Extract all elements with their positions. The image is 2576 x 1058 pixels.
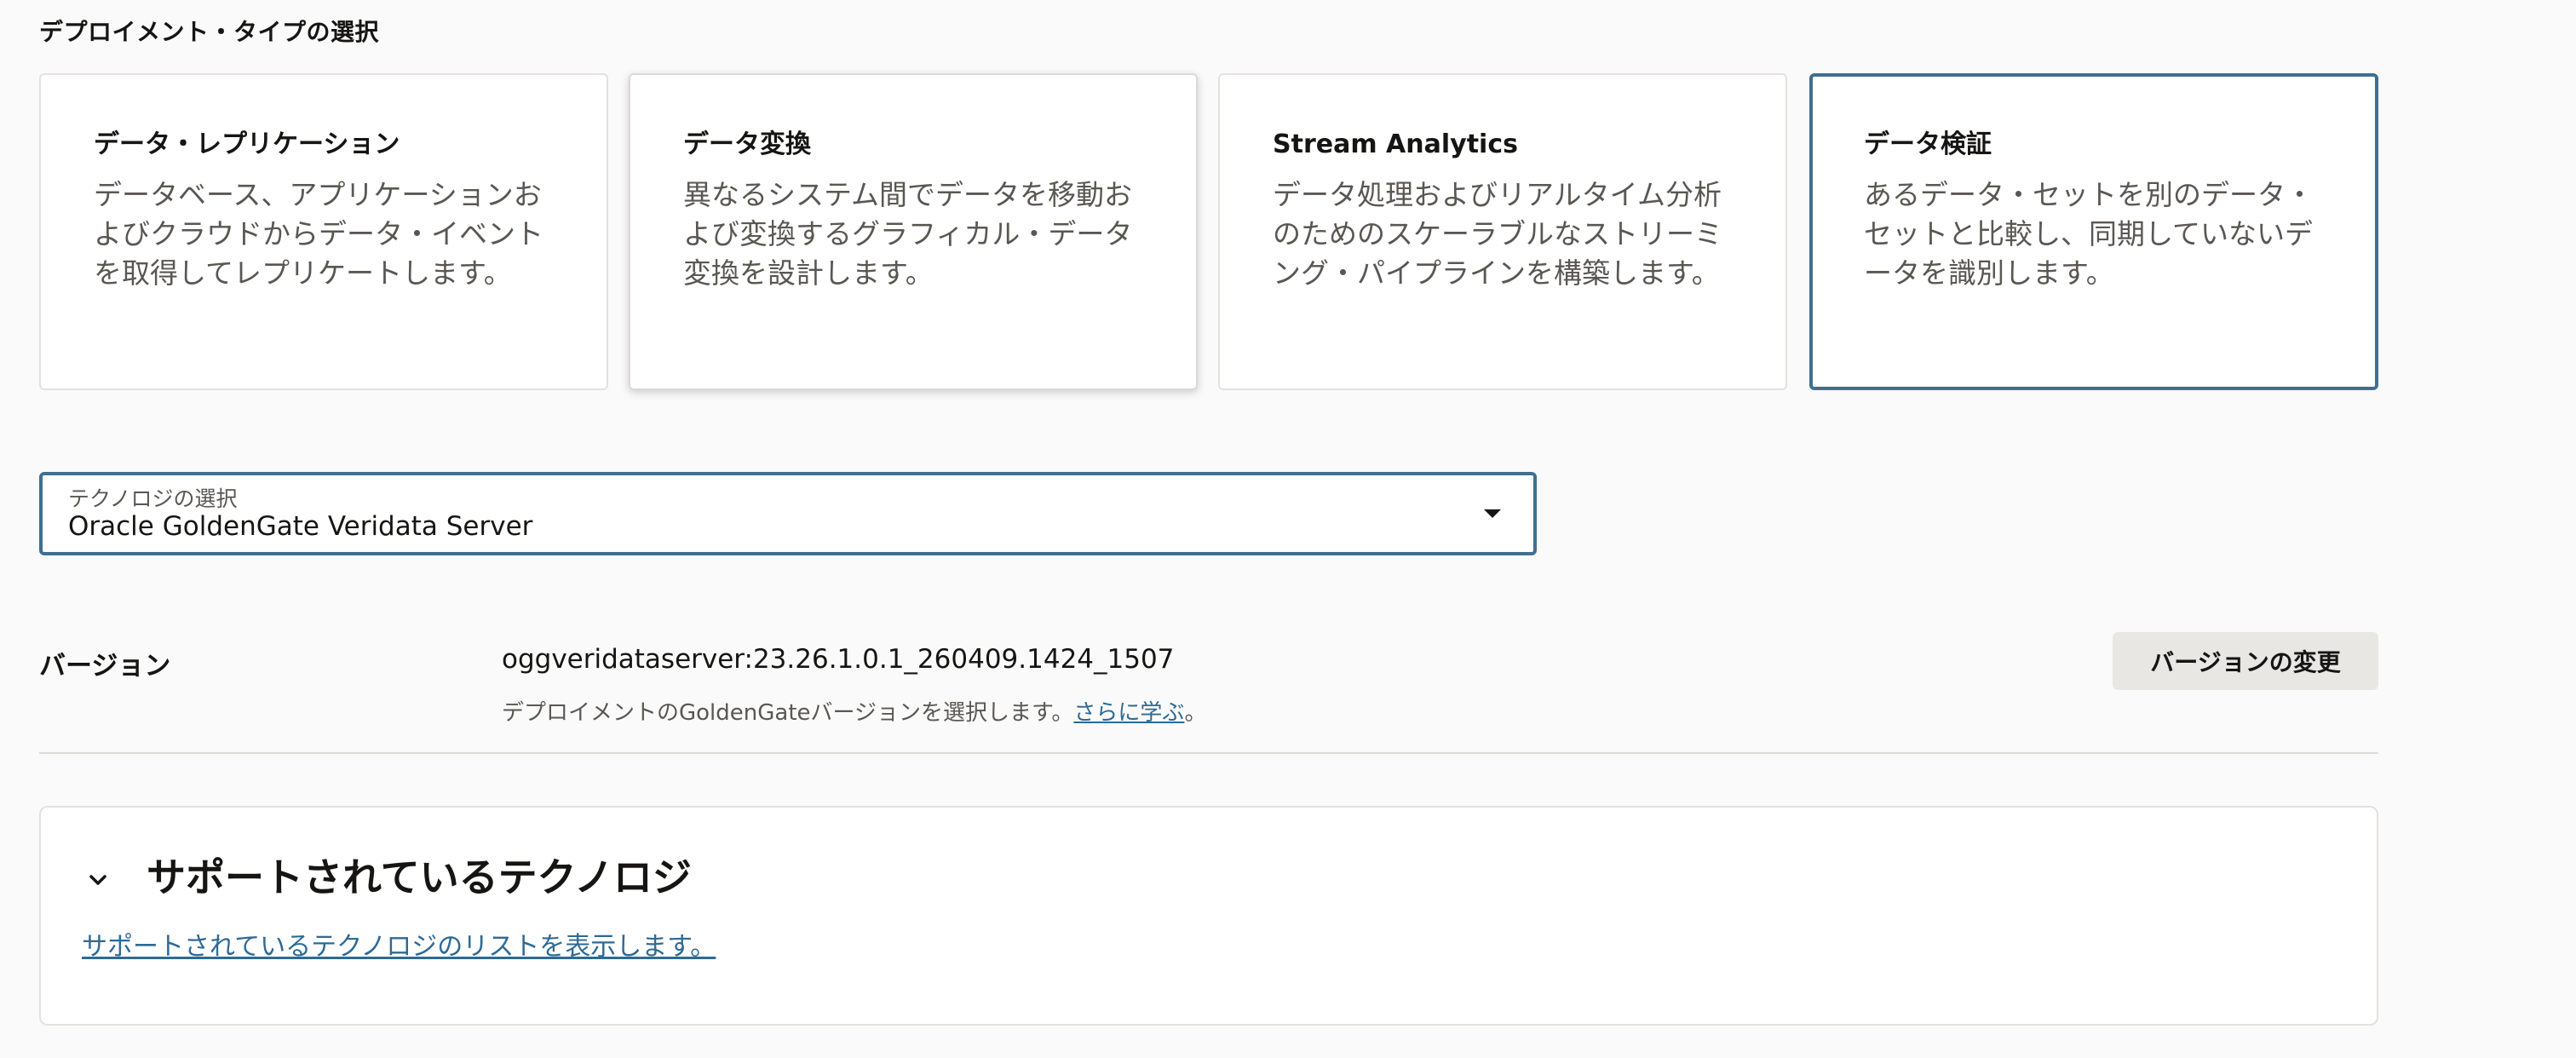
version-label: バージョン [39, 651, 171, 681]
card-description: あるデータ・セットを別のデータ・セットと比較し、同期していないデータを識別します… [1864, 178, 2314, 290]
deployment-card-data-transforms[interactable]: データ変換 異なるシステム間でデータを移動および変換するグラフィカル・データ変換… [629, 73, 1198, 390]
section-title: デプロイメント・タイプの選択 [39, 18, 380, 46]
technology-select-value: Oracle GoldenGate Veridata Server [68, 511, 533, 542]
supported-technologies-panel: サポートされているテクノロジ サポートされているテクノロジのリストを表示します。 [39, 806, 2378, 1026]
version-value: oggveridataserver:23.26.1.0.1_260409.142… [502, 644, 1175, 675]
deployment-card-stream-analytics[interactable]: Stream Analytics データ処理およびリアルタイム分析のためのスケー… [1218, 73, 1787, 390]
change-version-button[interactable]: バージョンの変更 [2113, 632, 2378, 690]
supported-technologies-title: サポートされているテクノロジ [147, 854, 692, 900]
card-description: 異なるシステム間でデータを移動および変換するグラフィカル・データ変換を設計します… [683, 178, 1133, 290]
card-description: データ処理およびリアルタイム分析のためのスケーラブルなストリーミング・パイプライ… [1273, 178, 1722, 290]
version-help-prefix: デプロイメントのGoldenGateバージョンを選択します。 [502, 700, 1074, 726]
technology-select[interactable]: テクノロジの選択 Oracle GoldenGate Veridata Serv… [39, 472, 1537, 555]
deployment-page: デプロイメント・タイプの選択 データ・レプリケーション データベース、アプリケー… [0, 0, 2576, 1058]
card-title: データ検証 [1864, 129, 1992, 159]
learn-more-link[interactable]: さらに学ぶ [1073, 700, 1184, 726]
version-help-suffix: 。 [1184, 700, 1207, 726]
chevron-down-icon[interactable] [89, 871, 107, 889]
card-title: データ・レプリケーション [94, 129, 400, 159]
card-title: Stream Analytics [1273, 129, 1518, 159]
divider [39, 752, 2378, 754]
deployment-card-data-replication[interactable]: データ・レプリケーション データベース、アプリケーションおよびクラウドからデータ… [39, 73, 608, 390]
deployment-card-data-verification[interactable]: データ検証 あるデータ・セットを別のデータ・セットと比較し、同期していないデータ… [1809, 73, 2378, 390]
technology-select-label: テクノロジの選択 [68, 486, 238, 511]
card-title: データ変換 [683, 129, 811, 159]
version-help-text: デプロイメントのGoldenGateバージョンを選択します。さらに学ぶ。 [502, 695, 1206, 727]
caret-down-icon [1484, 509, 1501, 518]
card-description: データベース、アプリケーションおよびクラウドからデータ・イベントを取得してレプリ… [94, 178, 543, 290]
supported-technologies-link[interactable]: サポートされているテクノロジのリストを表示します。 [82, 925, 716, 963]
